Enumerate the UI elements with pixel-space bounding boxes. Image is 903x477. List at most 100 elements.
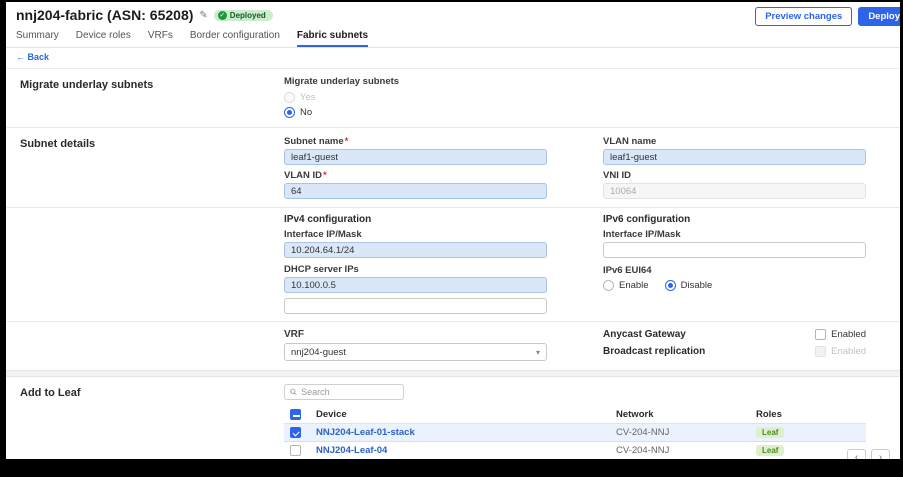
dhcp-input-2[interactable] [284, 298, 547, 314]
row-checkbox[interactable] [290, 445, 301, 456]
ipv4-interface-field-group: Interface IP/Mask [284, 229, 547, 258]
gateway-toggles: Anycast Gateway Enabled Broadcast replic… [603, 329, 866, 357]
eui64-option-enable[interactable]: Enable [603, 280, 649, 291]
device-table-row[interactable]: NNJ204-Leaf-01-stack CV-204-NNJ Leaf [284, 424, 866, 442]
top-actions: Preview changes Deploy [755, 7, 900, 26]
add-to-leaf-body: Device Network Roles NNJ204-Leaf-01-stac… [284, 377, 900, 459]
vrf-gateway-spacer [6, 322, 284, 370]
enable-radio-label[interactable]: Enable [619, 280, 649, 291]
pagination-next-button[interactable]: › [871, 449, 890, 459]
no-radio-label[interactable]: No [300, 107, 312, 118]
device-search-input[interactable] [301, 387, 398, 397]
vni-id-label: VNI ID [603, 170, 631, 181]
select-all-checkbox[interactable] [290, 409, 301, 420]
no-radio[interactable] [284, 107, 295, 118]
add-to-leaf-section: Add to Leaf Device Network Roles NNJ204-… [6, 377, 900, 459]
top-bar: nnj204-fabric (ASN: 65208) ✎ ✓ Deployed … [6, 2, 900, 26]
migrate-underlay-section: Migrate underlay subnets Migrate underla… [6, 69, 900, 127]
tab-summary[interactable]: Summary [16, 30, 59, 47]
migrate-field-label: Migrate underlay subnets [284, 76, 400, 87]
row-checkbox[interactable] [290, 427, 301, 438]
vrf-field-group: VRF nnj204-guest ▾ [284, 329, 547, 361]
vrf-gateway-section: VRF nnj204-guest ▾ Anycast Gateway Enabl… [6, 322, 900, 370]
vlan-name-input[interactable] [603, 149, 866, 165]
dhcp-input-1[interactable] [284, 277, 547, 293]
role-badge: Leaf [756, 445, 785, 456]
subnet-name-input[interactable] [284, 149, 547, 165]
chevron-left-icon: ‹ [854, 452, 859, 459]
vlan-id-label: VLAN ID* [284, 170, 547, 181]
status-badge: ✓ Deployed [213, 9, 273, 21]
edit-icon[interactable]: ✎ [199, 10, 207, 21]
dhcp-field-group: DHCP server IPs [284, 264, 547, 314]
dhcp-inputs [284, 277, 547, 314]
tab-fabric-subnets[interactable]: Fabric subnets [296, 30, 369, 47]
vlan-id-field-group: VLAN ID* [284, 170, 547, 199]
role-cell: Leaf [756, 427, 866, 438]
status-badge-label: Deployed [229, 10, 266, 20]
device-link[interactable]: NNJ204-Leaf-01-stack [316, 427, 616, 438]
vlan-name-label: VLAN name [603, 136, 657, 147]
broadcast-replication-control: Enabled [815, 346, 866, 357]
device-table: Device Network Roles NNJ204-Leaf-01-stac… [284, 406, 866, 459]
ipv6-column: IPv6 configuration Interface IP/Mask IPv… [603, 214, 866, 291]
section-divider-thick [6, 370, 900, 377]
subnet-name-label: Subnet name* [284, 136, 547, 147]
yes-radio-label[interactable]: Yes [300, 92, 316, 103]
check-icon: ✓ [217, 10, 227, 20]
vrf-select[interactable]: nnj204-guest ▾ [284, 343, 547, 361]
preview-changes-button[interactable]: Preview changes [755, 7, 853, 26]
yes-radio[interactable] [284, 92, 295, 103]
anycast-gateway-row: Anycast Gateway Enabled [603, 329, 866, 340]
deploy-button[interactable]: Deploy [858, 7, 900, 26]
column-header-network: Network [616, 409, 654, 420]
anycast-gateway-checkbox-label[interactable]: Enabled [831, 329, 866, 340]
subnet-details-title: Subnet details [20, 138, 96, 150]
migrate-option-no[interactable]: No [284, 107, 866, 118]
device-search-box[interactable] [284, 384, 404, 400]
title-row: nnj204-fabric (ASN: 65208) ✎ ✓ Deployed [16, 7, 273, 23]
back-link[interactable]: ← Back [16, 52, 49, 62]
pagination: ‹ › [847, 449, 890, 459]
eui64-options: Enable Disable [603, 280, 866, 291]
disable-radio[interactable] [664, 280, 676, 291]
ipv4-heading: IPv4 configuration [284, 214, 372, 225]
column-header-roles: Roles [756, 409, 782, 420]
broadcast-replication-row: Broadcast replication Enabled [603, 346, 866, 357]
dhcp-label: DHCP server IPs [284, 264, 359, 275]
ipv6-interface-input[interactable] [603, 242, 866, 258]
migrate-option-yes[interactable]: Yes [284, 92, 866, 103]
ip-configuration-fields: IPv4 configuration Interface IP/Mask DHC… [284, 208, 900, 321]
device-link[interactable]: NNJ204-Leaf-04 [316, 445, 616, 456]
enable-radio[interactable] [603, 280, 614, 291]
eui64-label: IPv6 EUI64 [603, 265, 652, 276]
device-table-row[interactable]: NNJ204-Leaf-04 CV-204-NNJ Leaf [284, 442, 866, 459]
required-asterisk: * [323, 170, 327, 181]
role-badge: Leaf [756, 427, 785, 438]
broadcast-replication-label: Broadcast replication [603, 346, 706, 357]
ip-configuration-spacer [6, 208, 284, 321]
migrate-section-body: Migrate underlay subnets Yes No [284, 69, 900, 127]
vlan-id-input[interactable] [284, 183, 547, 199]
disable-radio-label[interactable]: Disable [681, 280, 713, 291]
anycast-gateway-control[interactable]: Enabled [815, 329, 866, 340]
required-asterisk: * [344, 136, 349, 147]
search-icon [290, 388, 297, 396]
vrf-label: VRF [284, 329, 304, 340]
network-cell: CV-204-NNJ [616, 427, 670, 438]
page-title: nnj204-fabric (ASN: 65208) [16, 7, 194, 23]
eui64-option-disable[interactable]: Disable [664, 280, 713, 291]
ipv4-interface-input[interactable] [284, 242, 547, 258]
back-link-label: Back [27, 52, 50, 62]
tab-vrfs[interactable]: VRFs [148, 30, 173, 47]
ipv6-interface-field-group: Interface IP/Mask [603, 229, 866, 258]
subnet-details-section: Subnet details Subnet name* VLAN name VL… [6, 128, 900, 207]
tab-device-roles[interactable]: Device roles [76, 30, 131, 47]
vlan-name-field-group: VLAN name [603, 136, 866, 165]
ipv6-heading: IPv6 configuration [603, 214, 691, 225]
tab-border-configuration[interactable]: Border configuration [190, 30, 280, 47]
anycast-gateway-checkbox[interactable] [815, 329, 827, 340]
network-cell: CV-204-NNJ [616, 445, 670, 456]
pagination-prev-button[interactable]: ‹ [847, 449, 866, 459]
ipv4-interface-label: Interface IP/Mask [284, 229, 362, 240]
